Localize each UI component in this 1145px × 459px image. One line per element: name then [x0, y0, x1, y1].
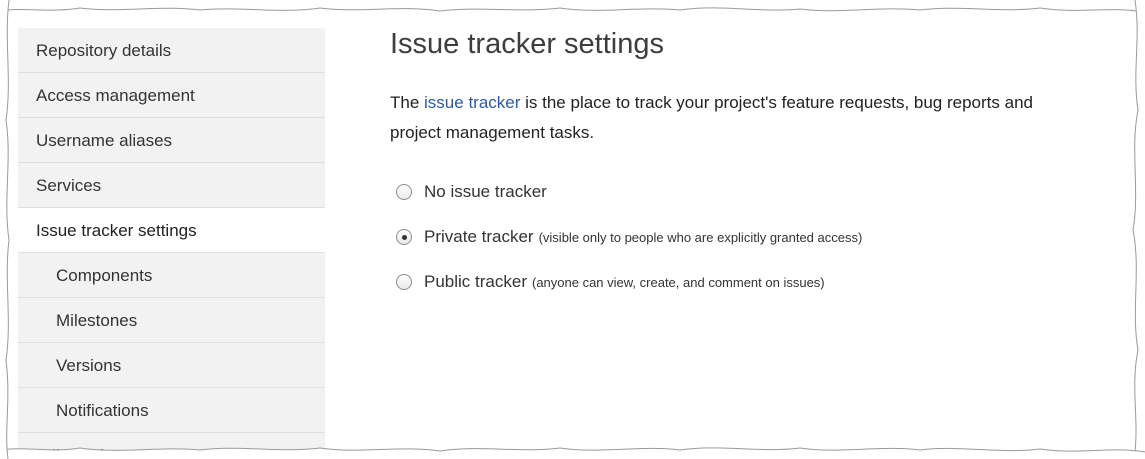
intro-rest: is the place to track your project's fea…	[520, 93, 1033, 112]
settings-sidebar: Repository details Access management Use…	[18, 28, 325, 459]
option-note: (anyone can view, create, and comment on…	[531, 274, 825, 290]
sidebar-item-repository-details[interactable]: Repository details	[18, 28, 325, 73]
option-public-tracker[interactable]: Public tracker (anyone can view, create,…	[396, 264, 1145, 300]
intro-prefix: The	[390, 93, 425, 112]
option-label: No issue tracker	[424, 182, 547, 201]
option-label: Public tracker	[424, 272, 527, 291]
radio-public-tracker[interactable]	[396, 274, 412, 290]
sidebar-item-components[interactable]: Components	[18, 253, 325, 298]
sidebar-item-issue-tracker-settings[interactable]: Issue tracker settings	[18, 208, 325, 253]
option-no-issue-tracker[interactable]: No issue tracker	[396, 174, 1145, 210]
issue-tracker-link[interactable]: issue tracker	[424, 93, 520, 112]
radio-no-issue-tracker[interactable]	[396, 184, 412, 200]
sidebar-item-milestones[interactable]: Milestones	[18, 298, 325, 343]
radio-private-tracker[interactable]	[396, 229, 412, 245]
screenshot-frame: Repository details Access management Use…	[0, 0, 1145, 459]
sidebar-item-username-aliases[interactable]: Username aliases	[18, 118, 325, 163]
tracker-options: No issue tracker Private tracker (visibl…	[396, 174, 1145, 309]
option-note: (visible only to people who are explicit…	[538, 229, 863, 245]
intro-line-1: The issue tracker is the place to track …	[390, 88, 1145, 118]
option-private-tracker[interactable]: Private tracker (visible only to people …	[396, 219, 1145, 255]
main-content: Issue tracker settings The issue tracker…	[390, 24, 1145, 291]
intro-line-2: project management tasks.	[390, 123, 595, 142]
sidebar-item-services[interactable]: Services	[18, 163, 325, 208]
page-title: Issue tracker settings	[390, 28, 664, 60]
sidebar-item-access-management[interactable]: Access management	[18, 73, 325, 118]
intro-text: The issue tracker is the place to track …	[390, 88, 1145, 148]
option-label: Private tracker	[424, 227, 534, 246]
sidebar-item-wiki-settings[interactable]: Wiki settings	[18, 433, 325, 459]
sidebar-item-notifications[interactable]: Notifications	[18, 388, 325, 433]
sidebar-item-versions[interactable]: Versions	[18, 343, 325, 388]
